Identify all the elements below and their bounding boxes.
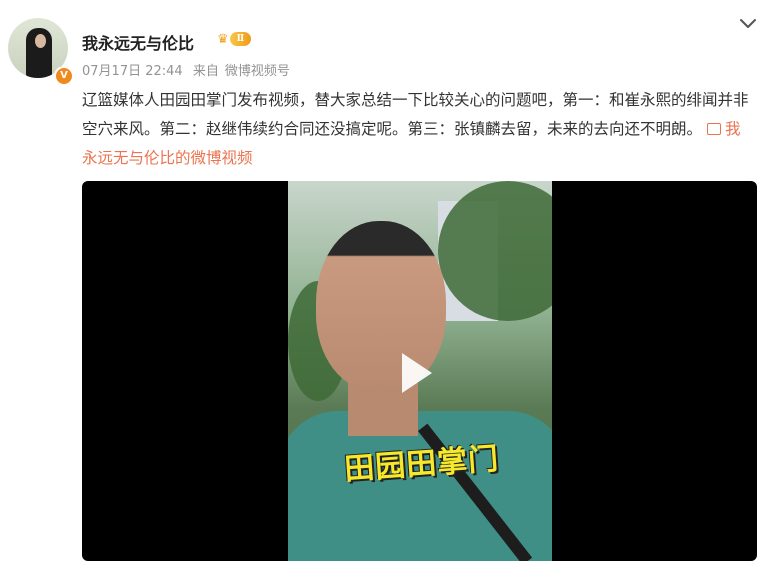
play-icon[interactable] — [402, 353, 432, 393]
username[interactable]: 我永远无与伦比 — [82, 30, 194, 54]
video-link-icon — [706, 123, 721, 135]
chevron-down-icon[interactable] — [738, 14, 758, 34]
verified-badge-icon: V — [54, 66, 74, 86]
post-body: 辽篮媒体人田园田掌门发布视频，替大家总结一下比较关心的问题吧，第一：和崔永熙的绯… — [82, 86, 754, 173]
post-body-text: 辽篮媒体人田园田掌门发布视频，替大家总结一下比较关心的问题吧，第一：和崔永熙的绯… — [82, 91, 749, 138]
level-badge[interactable]: ♛ Ⅱ — [217, 30, 252, 48]
source-prefix: 来自 — [192, 64, 219, 79]
post-source[interactable]: 微博视频号 — [225, 64, 290, 79]
video-player[interactable]: 田园田掌门 — [82, 181, 757, 561]
avatar-face — [35, 34, 46, 48]
crown-icon: ♛ — [217, 31, 229, 47]
post-meta: 07月17日 22:44 来自 微博视频号 — [82, 60, 296, 79]
post-timestamp[interactable]: 07月17日 22:44 — [82, 64, 183, 79]
level-badge-label: Ⅱ — [229, 32, 252, 46]
